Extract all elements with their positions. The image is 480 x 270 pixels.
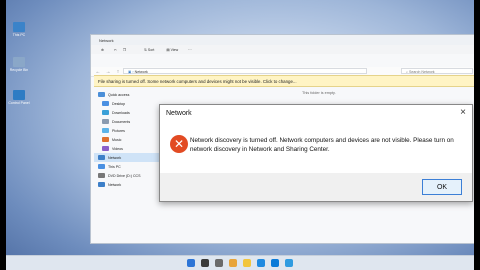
explorer-title-bar: Network — [91, 35, 474, 45]
network-address-icon: ▣ › — [128, 70, 135, 74]
sidebar-item-label: Documents — [112, 119, 131, 124]
control-panel-icon — [13, 90, 25, 100]
dvd-drive-icon — [98, 173, 105, 178]
desktop-icon-label: This PC — [12, 33, 26, 37]
sidebar-item-label: Network — [108, 155, 122, 160]
sidebar-item-label: Downloads — [112, 110, 130, 115]
sidebar-item-label: DVD Drive (D:) CCS — [108, 173, 141, 178]
view-label: View — [170, 47, 179, 52]
recycle-bin-icon — [13, 57, 25, 67]
sidebar-item-label: Network — [108, 182, 122, 187]
close-icon[interactable]: × — [460, 107, 466, 119]
sidebar-item-label: Quick access — [108, 92, 130, 97]
address-text: Network — [134, 70, 148, 74]
search-input[interactable]: ⌕ Search Network — [401, 68, 473, 74]
sidebar-item-label: Desktop — [112, 101, 126, 106]
pictures-folder-icon — [102, 128, 109, 133]
dialog-message: Network discovery is turned off. Network… — [190, 137, 454, 153]
forward-icon[interactable]: → — [105, 69, 111, 75]
dialog-title: Network — [166, 110, 192, 117]
infobar-text: File sharing is turned off. Some network… — [98, 79, 297, 84]
edge-icon[interactable] — [257, 259, 265, 267]
file-sharing-infobar[interactable]: File sharing is turned off. Some network… — [94, 75, 474, 87]
sidebar-item-quick-access[interactable]: Quick access — [94, 90, 178, 99]
search-placeholder: Search Network — [409, 70, 435, 74]
empty-folder-text: This folder is empty. — [302, 91, 336, 95]
task-view-icon[interactable] — [215, 259, 223, 267]
documents-folder-icon — [102, 119, 109, 124]
sidebar-item-label: Music — [112, 137, 122, 142]
more-icon[interactable]: ··· — [188, 48, 192, 52]
network-icon — [98, 155, 105, 160]
search-icon[interactable] — [201, 259, 209, 267]
dialog-footer: OK — [160, 173, 472, 201]
view-button[interactable]: ▤ View — [166, 48, 178, 52]
downloads-folder-icon — [102, 110, 109, 115]
widgets-icon[interactable] — [229, 259, 237, 267]
file-explorer-icon[interactable] — [243, 259, 251, 267]
network-discovery-dialog: Network × ✕ Network discovery is turned … — [159, 104, 473, 202]
command-bar: ⊕ ✂ ❐ ⇅ Sort ▤ View ··· — [91, 45, 474, 54]
mail-icon[interactable] — [285, 259, 293, 267]
computer-icon — [13, 22, 25, 32]
copy-icon[interactable]: ❐ — [123, 48, 126, 52]
cut-icon[interactable]: ✂ — [114, 48, 117, 52]
star-icon — [98, 92, 105, 97]
address-field[interactable]: ▣ › Network — [123, 68, 367, 74]
sidebar-item-label: Pictures — [112, 128, 125, 133]
desktop-icon-label: Recycle Bin — [9, 68, 29, 72]
sidebar-item-label: Videos — [112, 146, 123, 151]
music-folder-icon — [102, 137, 109, 142]
videos-folder-icon — [102, 146, 109, 151]
start-icon[interactable] — [187, 259, 195, 267]
sort-label: Sort — [147, 47, 155, 52]
taskbar — [6, 255, 474, 270]
new-icon[interactable]: ⊕ — [101, 48, 104, 52]
ok-button[interactable]: OK — [422, 179, 462, 195]
computer-icon — [98, 164, 105, 169]
sidebar-item-label: This PC — [108, 164, 121, 169]
error-icon: ✕ — [170, 135, 188, 153]
desktop: This PC Recycle Bin Control Panel Networ… — [6, 0, 474, 270]
desktop-icon-recycle-bin[interactable]: Recycle Bin — [8, 57, 30, 72]
explorer-title: Network — [99, 37, 114, 43]
sort-button[interactable]: ⇅ Sort — [144, 48, 154, 52]
desktop-icon-control-panel[interactable]: Control Panel — [8, 90, 30, 105]
network-icon — [98, 182, 105, 187]
desktop-icon-label: Control Panel — [8, 101, 30, 105]
store-icon[interactable] — [271, 259, 279, 267]
up-icon[interactable]: ↑ — [115, 69, 121, 75]
desktop-folder-icon — [102, 101, 109, 106]
back-icon[interactable]: ← — [95, 69, 101, 75]
desktop-icon-this-pc[interactable]: This PC — [8, 22, 30, 37]
